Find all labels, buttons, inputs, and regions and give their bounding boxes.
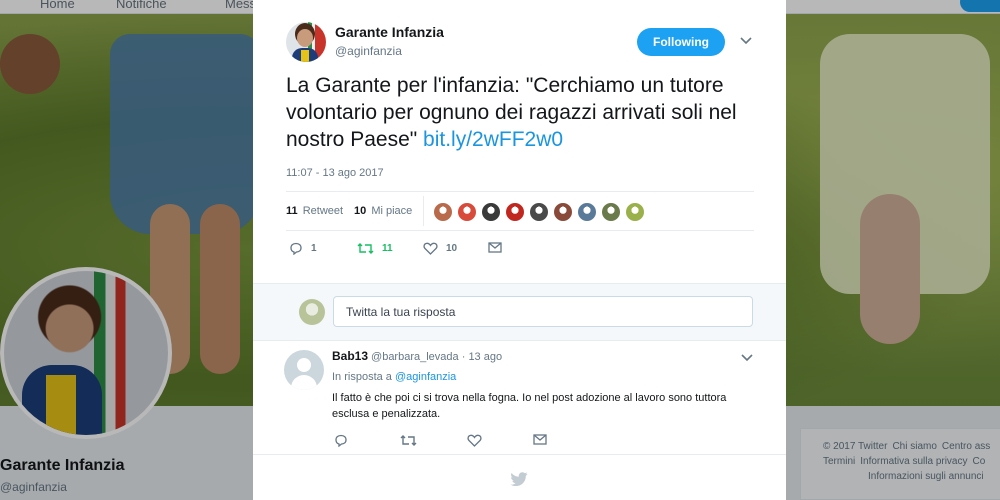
liker-avatar[interactable] xyxy=(505,202,525,222)
reply-author-handle[interactable]: @barbara_levada xyxy=(371,351,459,363)
twitter-bird-icon xyxy=(511,472,528,486)
reply-context-prefix: In risposta a xyxy=(332,371,392,383)
heart-icon xyxy=(423,242,438,255)
reply-action[interactable]: 1 xyxy=(289,242,317,255)
retweet-icon[interactable] xyxy=(400,434,417,447)
reply-author-name[interactable]: Bab13 xyxy=(332,349,368,363)
tweet-stats: 11 Retweet 10 Mi piace xyxy=(286,191,754,231)
tweet-modal: Garante Infanzia @aginfanzia Following L… xyxy=(253,0,786,500)
retweet-action[interactable]: 11 xyxy=(357,242,393,255)
liker-avatar[interactable] xyxy=(481,202,501,222)
tweet-timestamp[interactable]: 11:07 - 13 ago 2017 xyxy=(286,167,384,179)
default-avatar-head xyxy=(297,358,311,372)
following-button[interactable]: Following xyxy=(637,28,725,56)
reply-header: Bab13 @barbara_levada · 13 ago xyxy=(332,349,502,363)
reply-context: In risposta a @aginfanzia xyxy=(332,371,456,383)
default-avatar-body xyxy=(291,375,317,390)
liker-avatar[interactable] xyxy=(433,202,453,222)
reply-input[interactable] xyxy=(333,296,753,327)
stats-divider xyxy=(423,196,424,226)
tweet-actions: 1 11 10 xyxy=(286,242,546,258)
tweet-author-handle[interactable]: @aginfanzia xyxy=(335,44,402,58)
retweet-label: Retweet xyxy=(302,205,344,217)
envelope-icon[interactable] xyxy=(533,434,547,445)
reply-author-avatar[interactable] xyxy=(284,350,324,390)
like-action-count: 10 xyxy=(446,243,458,254)
reply-text: Il fatto è che poi ci si trova nella fog… xyxy=(332,392,727,420)
reply-count: 1 xyxy=(311,243,317,254)
reply-tweet[interactable]: Bab13 @barbara_levada · 13 ago In rispost… xyxy=(253,341,786,455)
chevron-down-icon[interactable] xyxy=(740,36,752,46)
retweet-icon xyxy=(357,243,374,254)
liker-avatar[interactable] xyxy=(457,202,477,222)
chevron-down-icon[interactable] xyxy=(741,353,753,363)
like-action[interactable]: 10 xyxy=(423,242,457,255)
envelope-icon xyxy=(488,242,502,253)
reply-actions xyxy=(334,434,554,448)
current-user-avatar xyxy=(299,299,325,325)
like-stat[interactable]: 10 Mi piace xyxy=(354,205,412,217)
reply-composer xyxy=(253,283,786,341)
retweet-action-count: 11 xyxy=(382,243,393,254)
liker-avatar[interactable] xyxy=(625,202,645,222)
heart-icon[interactable] xyxy=(467,434,482,447)
tweet-author-avatar[interactable] xyxy=(286,22,326,62)
liker-avatar[interactable] xyxy=(529,202,549,222)
reply-mention[interactable]: @aginfanzia xyxy=(395,371,456,383)
reply-time[interactable]: · 13 ago xyxy=(462,351,502,363)
retweet-count: 11 xyxy=(286,205,298,217)
reply-icon xyxy=(290,242,302,255)
like-count: 10 xyxy=(354,205,367,217)
reply-icon[interactable] xyxy=(334,434,348,447)
avatar-face xyxy=(297,29,313,47)
liker-avatar[interactable] xyxy=(577,202,597,222)
like-label: Mi piace xyxy=(371,205,413,217)
direct-message-action[interactable] xyxy=(488,242,510,253)
tweet-text: La Garante per l'infanzia: "Cerchiamo un… xyxy=(286,72,766,153)
avatar-shirt xyxy=(301,50,309,62)
liker-avatar[interactable] xyxy=(553,202,573,222)
liker-avatar[interactable] xyxy=(601,202,621,222)
tweet-author-name[interactable]: Garante Infanzia xyxy=(335,24,444,40)
retweet-stat[interactable]: 11 Retweet xyxy=(286,205,343,217)
tweet-link[interactable]: bit.ly/2wFF2w0 xyxy=(423,128,563,151)
